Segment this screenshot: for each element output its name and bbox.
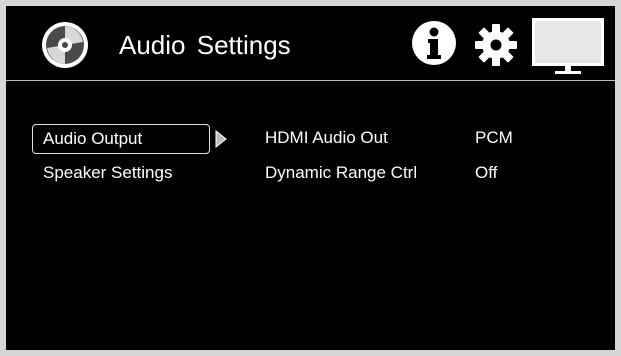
setting-label-hdmi-audio-out[interactable]: HDMI Audio Out (265, 128, 388, 148)
header-bar: Audio Settings (6, 6, 615, 81)
tv-icon[interactable] (531, 17, 605, 75)
audio-settings-screen: Audio Settings Audio Output Speaker Sett… (0, 0, 621, 356)
setting-value-dynamic-range-ctrl[interactable]: Off (475, 163, 497, 183)
menu-item-audio-output[interactable]: Audio Output (32, 124, 210, 154)
gear-icon[interactable] (473, 22, 519, 68)
setting-value-hdmi-audio-out[interactable]: PCM (475, 128, 513, 148)
info-icon[interactable] (411, 20, 457, 66)
disc-icon[interactable] (40, 20, 90, 70)
menu-item-speaker-settings[interactable]: Speaker Settings (43, 163, 172, 183)
chevron-right-icon (215, 130, 227, 148)
page-title: Audio Settings (119, 30, 291, 60)
setting-label-dynamic-range-ctrl[interactable]: Dynamic Range Ctrl (265, 163, 417, 183)
